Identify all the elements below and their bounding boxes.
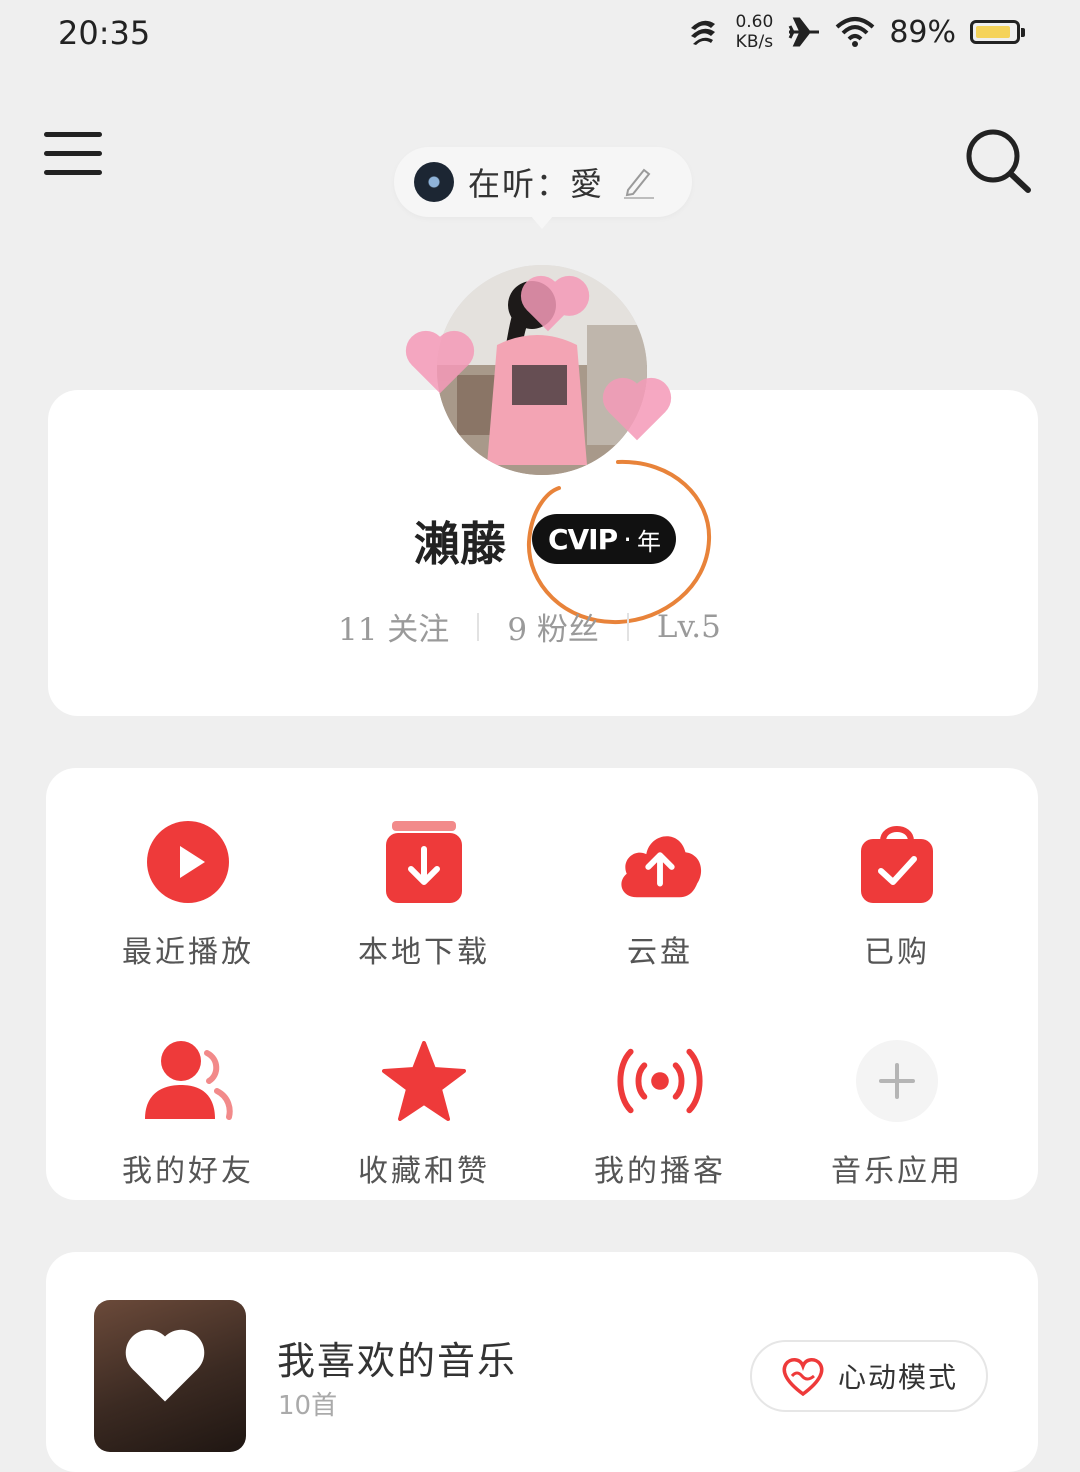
shopping-bag-icon <box>861 826 933 903</box>
net-speed: 0.60 KB/s <box>735 12 773 52</box>
profile-stats: 11 关注 9 粉丝 Lv.5 <box>338 604 721 649</box>
grid-item-label: 音乐应用 <box>831 1154 963 1189</box>
heart-mode-icon <box>782 1358 824 1396</box>
grid-item-recent-play[interactable]: 最近播放 <box>88 817 288 971</box>
vinyl-disc-icon <box>414 162 454 202</box>
grid-item-label: 已购 <box>864 935 930 970</box>
liked-music-count: 10首 <box>278 1391 338 1421</box>
friends-icon <box>145 1041 233 1120</box>
grid-item-label: 我的播客 <box>594 1154 726 1189</box>
menu-icon[interactable] <box>44 132 102 182</box>
heart-mode-label: 心动模式 <box>837 1361 958 1394</box>
grid-item-local-download[interactable]: 本地下载 <box>324 817 524 971</box>
wifi-icon <box>835 17 875 47</box>
heart-icon <box>132 1336 198 1402</box>
heart-mode-button[interactable]: 心动模式 <box>750 1340 988 1412</box>
status-bar: 20:35 0.60 KB/s 89% <box>0 0 1080 80</box>
grid-item-label: 最近播放 <box>122 935 254 970</box>
grid-item-label: 本地下载 <box>358 935 490 970</box>
grid-item-label: 我的好友 <box>122 1154 254 1189</box>
grid-item-cloud-drive[interactable]: 云盘 <box>560 817 760 971</box>
add-icon <box>856 1040 938 1122</box>
now-listening-label: 在听： <box>468 165 571 203</box>
play-circle-icon <box>147 821 229 903</box>
search-icon[interactable] <box>960 124 1034 198</box>
annotation-circle <box>526 459 712 625</box>
divider <box>477 612 480 641</box>
battery-icon <box>970 20 1025 44</box>
liked-music-title[interactable]: 我喜欢的音乐 <box>277 1330 517 1385</box>
following-count[interactable]: 11 关注 <box>338 604 449 649</box>
edit-pencil-icon[interactable] <box>620 164 656 200</box>
followers-count[interactable]: 9 粉丝 <box>507 604 599 649</box>
battery-percent: 89% <box>889 14 956 50</box>
grid-item-label: 云盘 <box>627 935 693 970</box>
grid-item-music-apps[interactable]: 音乐应用 <box>797 1036 997 1190</box>
now-listening-bubble[interactable]: 在听： 愛 <box>394 147 692 229</box>
now-listening-song: 愛 <box>570 165 605 203</box>
net-speed-value: 0.60 <box>735 12 774 32</box>
grid-item-favorites-likes[interactable]: 收藏和赞 <box>324 1036 524 1190</box>
status-icons: 0.60 KB/s 89% <box>685 12 1025 52</box>
status-time: 20:35 <box>58 14 151 52</box>
username[interactable]: 瀨藤 <box>414 508 506 574</box>
podcast-icon <box>617 1048 703 1114</box>
grid-item-label: 收藏和赞 <box>358 1154 490 1189</box>
download-icon <box>386 821 462 903</box>
liked-music-cover[interactable] <box>94 1300 246 1452</box>
grid-item-purchased[interactable]: 已购 <box>797 817 997 971</box>
data-saver-icon <box>691 20 716 45</box>
grid-item-my-friends[interactable]: 我的好友 <box>88 1036 288 1190</box>
user-level[interactable]: Lv.5 <box>657 609 721 645</box>
grid-item-my-podcast[interactable]: 我的播客 <box>560 1036 760 1190</box>
divider <box>626 612 629 641</box>
star-icon <box>382 1041 466 1121</box>
cloud-upload-icon <box>621 836 702 898</box>
airplane-icon <box>788 17 820 47</box>
net-speed-unit: KB/s <box>735 32 774 52</box>
